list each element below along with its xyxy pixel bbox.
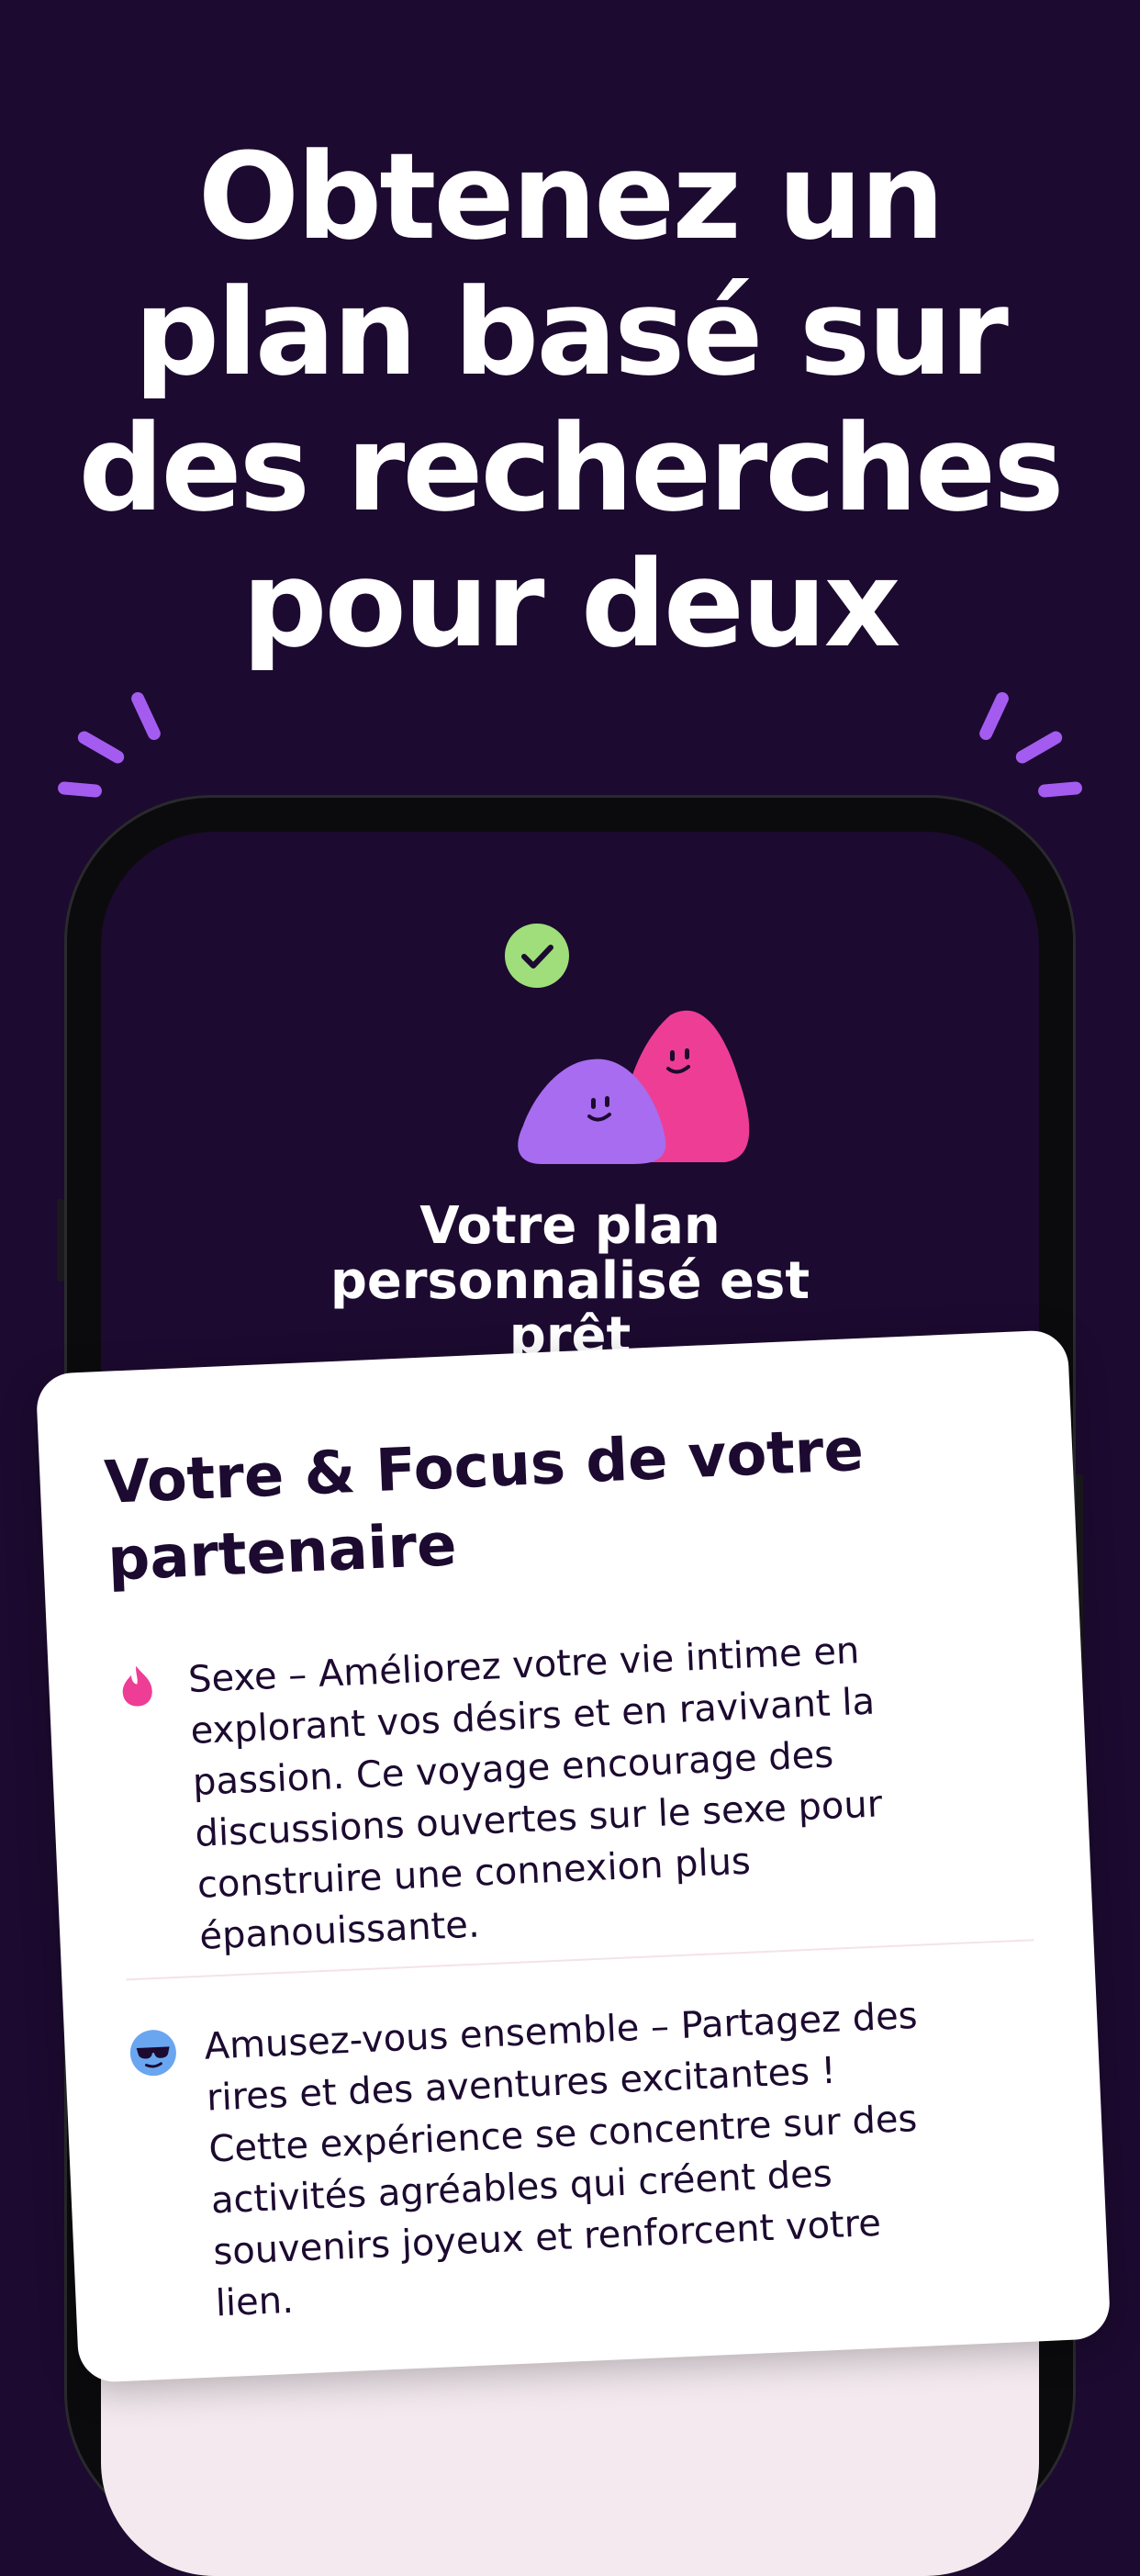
focus-item-text: Sexe – Améliorez votre vie intime en exp… [187,1618,1026,1963]
focus-item-fun: Amusez-vous ensemble – Partagez des rire… [129,1985,1036,2324]
headline-line: des recherches [78,398,1064,538]
card-title: Votre & Focus de votre partenaire [103,1406,1008,1599]
headline: Obtenez un plan basé sur des recherches … [0,129,1140,672]
plan-ready-line: personnalisé est [330,1251,810,1311]
headline-line: pour deux [241,534,901,674]
focus-item-sexe: Sexe – Améliorez votre vie intime en exp… [112,1618,1020,1958]
sunglasses-face-icon [129,2028,178,2078]
headline-line: Obtenez un [197,127,945,266]
check-circle-icon [505,924,569,988]
plan-ready-line: Votre plan [419,1196,721,1256]
mascot-illustration [505,924,789,1181]
headline-line: plan basé sur [134,263,1009,402]
flame-icon [112,1661,162,1710]
focus-item-text: Amusez-vous ensemble – Partagez des rire… [203,1985,1042,2329]
focus-card: Votre & Focus de votre partenaire Sexe –… [35,1328,1112,2384]
